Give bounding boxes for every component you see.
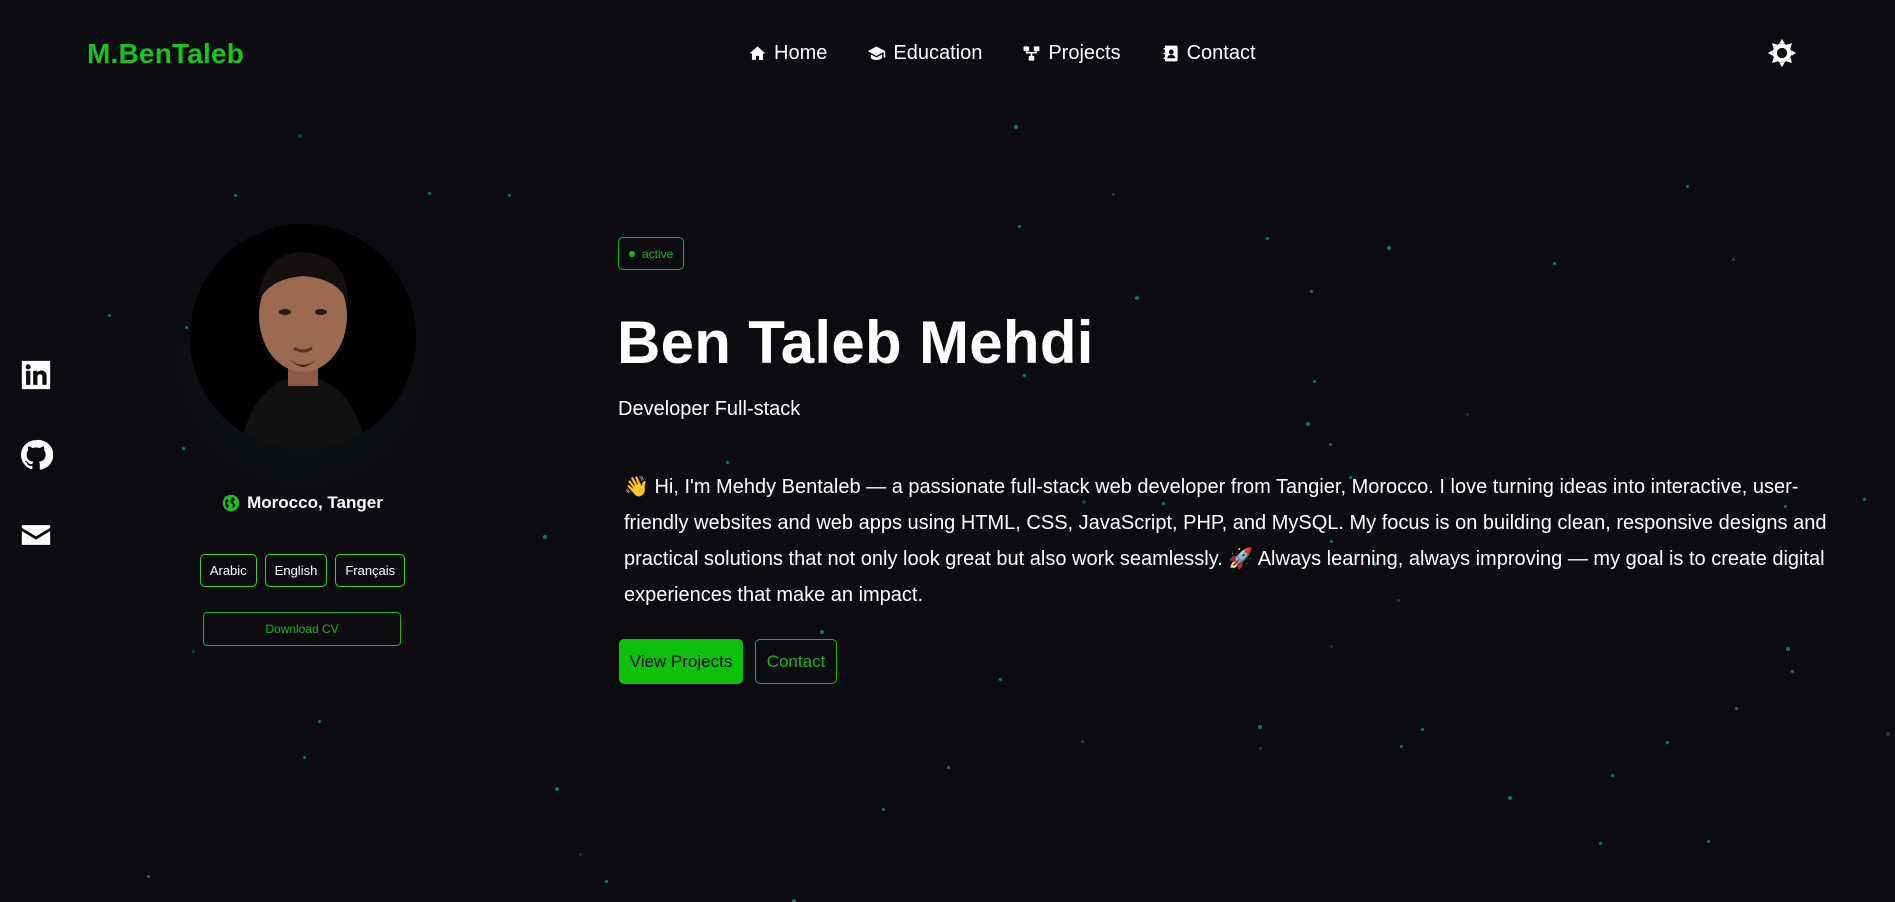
particle-dot <box>1306 422 1310 426</box>
particle-dot <box>1599 842 1602 845</box>
page: M.BenTaleb Home Education Projects Conta… <box>0 0 1895 902</box>
linkedin-link[interactable] <box>19 358 53 392</box>
particle-dot <box>1259 747 1262 750</box>
particle-dot <box>1863 498 1866 501</box>
particle-dot <box>1735 707 1738 710</box>
particle-dot <box>1791 670 1794 673</box>
email-link[interactable] <box>19 518 53 552</box>
particle-dot <box>428 192 431 195</box>
nav-projects-label: Projects <box>1048 42 1121 64</box>
github-icon <box>20 439 54 470</box>
download-cv-button[interactable]: Download CV <box>203 612 401 646</box>
particle-dot <box>1466 413 1469 416</box>
language-chip-english: English <box>264 554 328 587</box>
particle-dot <box>1786 647 1790 651</box>
address-book-icon <box>1162 45 1178 62</box>
language-list: Arabic English Français <box>0 554 605 587</box>
particle-dot <box>108 314 111 317</box>
github-link[interactable] <box>19 438 54 472</box>
location-text: Morocco, Tanger <box>247 493 383 512</box>
particle-dot <box>543 535 547 539</box>
brand-logo[interactable]: M.BenTaleb <box>87 38 244 70</box>
particle-dot <box>508 194 511 197</box>
language-chip-arabic: Arabic <box>199 554 257 587</box>
particle-dot <box>1330 645 1333 648</box>
intro-paragraph: 👋 Hi, I'm Mehdy Bentaleb — a passionate … <box>624 476 1827 606</box>
particle-dot <box>605 880 608 883</box>
particle-dot <box>298 134 302 138</box>
particle-dot <box>1014 125 1018 129</box>
hero-name: Ben Taleb Mehdi <box>617 309 1094 376</box>
particle-dot <box>1400 745 1403 748</box>
particle-dot <box>999 678 1002 681</box>
particle-dot <box>1666 741 1669 744</box>
main-nav: Home Education Projects Contact <box>748 42 1256 65</box>
particle-dot <box>1886 732 1890 736</box>
view-projects-button[interactable]: View Projects <box>619 639 743 684</box>
social-links <box>19 358 54 552</box>
avatar <box>190 224 416 450</box>
particle-dot <box>1112 193 1115 196</box>
particle-dot <box>1707 840 1710 843</box>
nav-home[interactable]: Home <box>748 42 827 65</box>
hero-role: Developer Full-stack <box>618 398 801 420</box>
particle-dot <box>1611 774 1614 777</box>
nav-education[interactable]: Education <box>867 42 982 65</box>
particle-dot <box>1421 728 1424 731</box>
particle-dot <box>303 756 306 759</box>
sun-icon <box>1767 38 1797 68</box>
particle-dot <box>1329 443 1332 446</box>
particle-dot <box>1732 258 1735 261</box>
particle-dot <box>1081 740 1084 743</box>
globe-icon <box>222 494 240 512</box>
status-text: active <box>642 246 674 261</box>
particle-dot <box>1258 725 1262 729</box>
linkedin-icon <box>21 360 51 390</box>
particle-dot <box>882 808 885 811</box>
location: Morocco, Tanger <box>0 493 605 513</box>
particle-dot <box>1313 380 1316 383</box>
particle-dot <box>234 194 237 197</box>
particle-dot <box>820 630 824 634</box>
particle-dot <box>579 853 582 856</box>
particle-dot <box>318 720 321 723</box>
particle-dot <box>1310 290 1313 293</box>
particle-dot <box>1508 796 1512 800</box>
sitemap-icon <box>1023 46 1040 61</box>
status-badge: active <box>618 237 685 270</box>
particle-dot <box>1686 185 1689 188</box>
envelope-icon <box>21 525 51 545</box>
contact-button[interactable]: Contact <box>755 639 837 684</box>
particle-dot <box>1553 262 1556 265</box>
home-icon <box>749 46 766 60</box>
status-dot <box>629 250 635 257</box>
nav-home-label: Home <box>774 42 828 64</box>
particle-dot <box>1266 237 1269 240</box>
nav-contact[interactable]: Contact <box>1161 42 1256 65</box>
particle-dot <box>147 875 150 878</box>
nav-education-label: Education <box>893 42 983 64</box>
language-chip-francais: Français <box>335 554 406 587</box>
particle-dot <box>1135 296 1139 300</box>
particle-dot <box>726 461 729 464</box>
graduation-cap-icon <box>868 46 886 60</box>
particle-dot <box>1018 225 1021 228</box>
nav-contact-label: Contact <box>1186 42 1256 64</box>
particle-dot <box>1387 246 1391 250</box>
particle-dot <box>555 787 559 791</box>
particle-dot <box>947 766 950 769</box>
particle-dot <box>192 650 195 653</box>
portrait-image <box>190 224 416 450</box>
nav-projects[interactable]: Projects <box>1022 42 1121 65</box>
theme-toggle-button[interactable] <box>1767 38 1797 68</box>
